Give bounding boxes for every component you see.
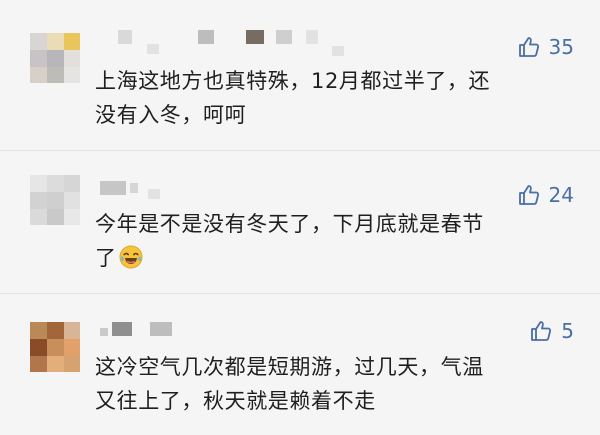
avatar[interactable]	[30, 322, 80, 372]
comment-text-line: 没有入冬，呵呵	[95, 103, 247, 127]
comment-text-line: 又往上了，秋天就是赖着不走	[95, 389, 376, 413]
avatar[interactable]	[30, 33, 80, 83]
comment-text-line: 今年是不是没有冬天了，下月底就是春节	[95, 212, 484, 236]
comment-list: 35 上海这地方也真特殊，12月都过半了，还 没有入冬，呵呵 24 今年是不是没…	[0, 0, 600, 435]
comment-text-line: 了	[95, 246, 117, 270]
like-button[interactable]: 24	[517, 183, 574, 207]
thumbs-up-icon	[517, 183, 541, 207]
like-button[interactable]: 35	[517, 35, 574, 59]
thumbs-up-icon	[529, 319, 553, 343]
comment-item: 5 这冷空气几次都是短期游，过几天，气温 又往上了，秋天就是赖着不走	[0, 294, 600, 435]
comment-text: 上海这地方也真特殊，12月都过半了，还 没有入冬，呵呵	[95, 64, 585, 132]
like-button[interactable]: 5	[529, 319, 574, 343]
comment-item: 35 上海这地方也真特殊，12月都过半了，还 没有入冬，呵呵	[0, 0, 600, 150]
avatar[interactable]	[30, 175, 80, 225]
comment-item: 24 今年是不是没有冬天了，下月底就是春节 了	[0, 151, 600, 293]
comment-text: 这冷空气几次都是短期游，过几天，气温 又往上了，秋天就是赖着不走	[95, 350, 585, 418]
like-count: 35	[548, 35, 574, 59]
like-count: 5	[561, 319, 574, 343]
comment-text-line: 上海这地方也真特殊，12月都过半了，还	[95, 69, 491, 93]
comment-text-line: 这冷空气几次都是短期游，过几天，气温	[95, 355, 484, 379]
thumbs-up-icon	[517, 35, 541, 59]
comment-text: 今年是不是没有冬天了，下月底就是春节 了	[95, 207, 585, 279]
like-count: 24	[548, 183, 574, 207]
laughing-crying-emoji-icon	[119, 245, 143, 279]
